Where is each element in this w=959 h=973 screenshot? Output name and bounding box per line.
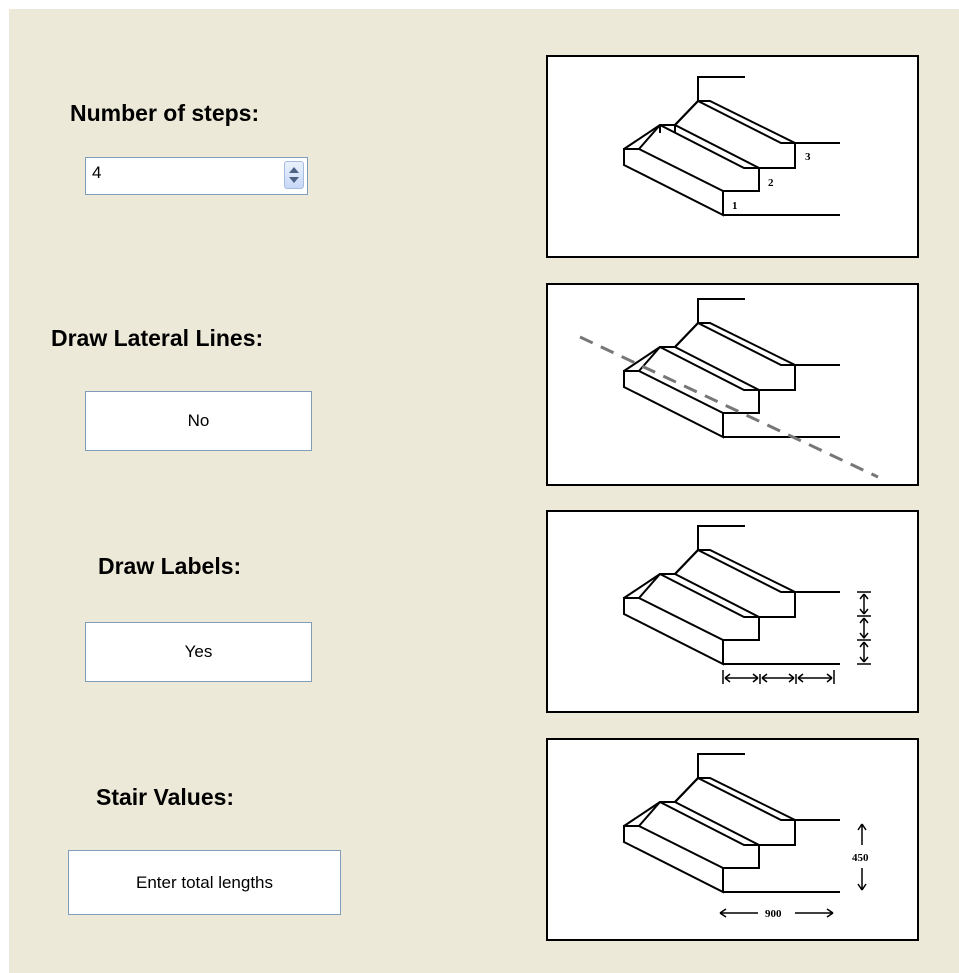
preview-step-numbers: 1 2 3 — [546, 55, 919, 258]
dimension-ticks — [722, 591, 871, 684]
preview-total-values: 900 450 — [546, 738, 919, 941]
lateral-line — [579, 335, 879, 479]
stair-drawing — [623, 753, 840, 894]
step-number-2: 2 — [768, 177, 774, 189]
stair-values-button[interactable]: Enter total lengths — [68, 850, 341, 915]
draw-lateral-lines-button[interactable]: No — [85, 391, 312, 451]
stair-drawing — [623, 298, 840, 439]
stair-values-label: Stair Values: — [96, 784, 235, 810]
draw-lateral-lines-label: Draw Lateral Lines: — [51, 325, 264, 351]
window-left-edge — [0, 0, 9, 973]
step-number-3: 3 — [805, 151, 811, 163]
number-of-steps-value[interactable]: 4 — [92, 163, 101, 183]
number-of-steps-label: Number of steps: — [70, 100, 260, 126]
spin-down-icon[interactable] — [289, 177, 299, 183]
stair-drawing — [623, 525, 840, 666]
total-dimension-arrows — [719, 823, 867, 918]
draw-labels-label: Draw Labels: — [98, 553, 242, 579]
spinner-arrows[interactable] — [284, 161, 304, 189]
total-width-value: 900 — [765, 908, 782, 920]
number-of-steps-spinner[interactable]: 4 — [85, 157, 308, 195]
preview-lateral-lines — [546, 283, 919, 486]
spin-up-icon[interactable] — [289, 167, 299, 173]
preview-dimension-labels — [546, 510, 919, 713]
stair-drawing — [623, 76, 840, 217]
total-height-value: 450 — [852, 852, 869, 864]
step-number-1: 1 — [732, 200, 738, 212]
draw-labels-button[interactable]: Yes — [85, 622, 312, 682]
window-top-edge — [0, 0, 959, 9]
